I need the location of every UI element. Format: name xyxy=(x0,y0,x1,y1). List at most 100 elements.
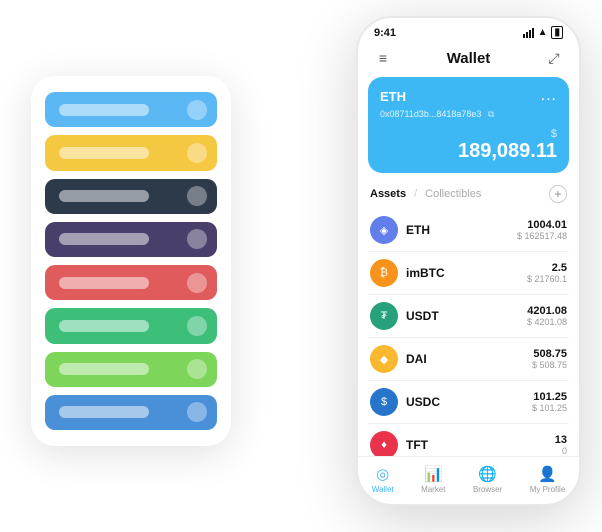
eth-card-menu[interactable]: ... xyxy=(541,87,557,105)
wallet-card-row-blue1[interactable] xyxy=(45,92,217,127)
asset-icon-usdt: ₮ xyxy=(370,302,398,330)
asset-info: USDT xyxy=(406,307,527,325)
wifi-icon: ▲ xyxy=(538,27,548,38)
eth-card-amount: 189,089.11 xyxy=(380,140,557,163)
asset-icon-imbtc: ₿ xyxy=(370,259,398,287)
card-icon xyxy=(187,229,207,249)
wallet-card-row-lightgreen[interactable] xyxy=(45,352,217,387)
wallet-card-row-green[interactable] xyxy=(45,308,217,343)
nav-item-wallet[interactable]: ◎ Wallet xyxy=(372,465,394,494)
asset-item[interactable]: ♦ TFT 130 xyxy=(368,424,569,456)
asset-amount: 508.75 xyxy=(532,348,567,360)
copy-icon[interactable]: ⧉ xyxy=(488,109,494,119)
asset-usd: $ 4201.08 xyxy=(527,317,567,327)
tab-collectibles[interactable]: Collectibles xyxy=(425,188,481,200)
nav-label: Market xyxy=(421,485,445,494)
asset-item[interactable]: ◆ DAI 508.75$ 508.75 xyxy=(368,338,569,381)
asset-info: TFT xyxy=(406,436,555,454)
asset-usd: 0 xyxy=(555,446,567,456)
eth-card-title: ETH xyxy=(380,89,406,104)
tab-assets[interactable]: Assets xyxy=(370,188,406,200)
asset-amount: 13 xyxy=(555,434,567,446)
asset-info: ETH xyxy=(406,221,517,239)
nav-item-market[interactable]: 📊 Market xyxy=(421,465,445,494)
asset-info: USDC xyxy=(406,393,532,411)
card-icon xyxy=(187,316,207,336)
asset-usd: $ 162517.48 xyxy=(517,231,567,241)
asset-amount: 101.25 xyxy=(532,391,567,403)
asset-icon-dai: ◆ xyxy=(370,345,398,373)
asset-name: USDT xyxy=(406,309,439,323)
nav-icon-my-profile: 👤 xyxy=(538,465,557,483)
asset-name: DAI xyxy=(406,352,427,366)
asset-amount: 4201.08 xyxy=(527,305,567,317)
card-icon xyxy=(187,100,207,120)
asset-list: ◈ ETH 1004.01$ 162517.48 ₿ imBTC 2.5$ 21760.1… xyxy=(358,209,579,456)
eth-card-address: 0x08711d3b...8418a78e3 ⧉ xyxy=(380,109,557,120)
nav-icon-browser: 🌐 xyxy=(478,465,497,483)
status-bar: 9:41 ▲ ▮ xyxy=(358,18,579,43)
asset-values: 4201.08$ 4201.08 xyxy=(527,305,567,327)
scene: 9:41 ▲ ▮ ≡ Wallet ⤢ ETH ... xyxy=(21,16,581,516)
card-label-bar xyxy=(59,233,149,245)
asset-icon-tft: ♦ xyxy=(370,431,398,456)
asset-item[interactable]: ◈ ETH 1004.01$ 162517.48 xyxy=(368,209,569,252)
asset-amount: 2.5 xyxy=(527,262,567,274)
wallet-card-row-blue2[interactable] xyxy=(45,395,217,430)
phone-frame: 9:41 ▲ ▮ ≡ Wallet ⤢ ETH ... xyxy=(356,16,581,506)
page-title: Wallet xyxy=(447,50,491,67)
asset-usd: $ 101.25 xyxy=(532,403,567,413)
card-label-bar xyxy=(59,406,149,418)
asset-values: 1004.01$ 162517.48 xyxy=(517,219,567,241)
asset-name: TFT xyxy=(406,438,428,452)
card-icon xyxy=(187,273,207,293)
menu-button[interactable]: ≡ xyxy=(372,47,394,69)
bottom-nav: ◎ Wallet 📊 Market 🌐 Browser 👤 My Profile xyxy=(358,456,579,504)
asset-usd: $ 508.75 xyxy=(532,360,567,370)
expand-button[interactable]: ⤢ xyxy=(543,47,565,69)
asset-info: imBTC xyxy=(406,264,527,282)
bg-card xyxy=(31,76,231,446)
assets-header: Assets / Collectibles + xyxy=(358,181,579,209)
eth-card: ETH ... 0x08711d3b...8418a78e3 ⧉ $ 189,0… xyxy=(368,77,569,173)
nav-item-browser[interactable]: 🌐 Browser xyxy=(473,465,502,494)
signal-icon xyxy=(523,28,534,38)
asset-item[interactable]: $ USDC 101.25$ 101.25 xyxy=(368,381,569,424)
asset-values: 2.5$ 21760.1 xyxy=(527,262,567,284)
card-icon xyxy=(187,143,207,163)
nav-label: Wallet xyxy=(372,485,394,494)
nav-icon-wallet: ◎ xyxy=(376,465,389,483)
card-icon xyxy=(187,402,207,422)
asset-name: imBTC xyxy=(406,266,445,280)
asset-item[interactable]: ₿ imBTC 2.5$ 21760.1 xyxy=(368,252,569,295)
asset-icon-usdc: $ xyxy=(370,388,398,416)
asset-name: ETH xyxy=(406,223,430,237)
card-label-bar xyxy=(59,363,149,375)
asset-values: 130 xyxy=(555,434,567,456)
card-label-bar xyxy=(59,190,149,202)
eth-card-header: ETH ... xyxy=(380,87,557,105)
battery-icon: ▮ xyxy=(551,26,563,39)
wallet-card-row-red[interactable] xyxy=(45,265,217,300)
nav-label: Browser xyxy=(473,485,502,494)
nav-label: My Profile xyxy=(530,485,566,494)
card-label-bar xyxy=(59,320,149,332)
asset-icon-eth: ◈ xyxy=(370,216,398,244)
asset-values: 101.25$ 101.25 xyxy=(532,391,567,413)
card-icon xyxy=(187,359,207,379)
status-icons: ▲ ▮ xyxy=(523,26,563,39)
asset-item[interactable]: ₮ USDT 4201.08$ 4201.08 xyxy=(368,295,569,338)
asset-usd: $ 21760.1 xyxy=(527,274,567,284)
asset-name: USDC xyxy=(406,395,440,409)
nav-icon-market: 📊 xyxy=(424,465,443,483)
nav-item-my-profile[interactable]: 👤 My Profile xyxy=(530,465,566,494)
wallet-card-row-purple[interactable] xyxy=(45,222,217,257)
asset-amount: 1004.01 xyxy=(517,219,567,231)
eth-card-currency: $ xyxy=(380,128,557,140)
add-asset-button[interactable]: + xyxy=(549,185,567,203)
phone-header: ≡ Wallet ⤢ xyxy=(358,43,579,77)
wallet-card-row-yellow[interactable] xyxy=(45,135,217,170)
card-label-bar xyxy=(59,277,149,289)
card-label-bar xyxy=(59,104,149,116)
wallet-card-row-dark[interactable] xyxy=(45,179,217,214)
